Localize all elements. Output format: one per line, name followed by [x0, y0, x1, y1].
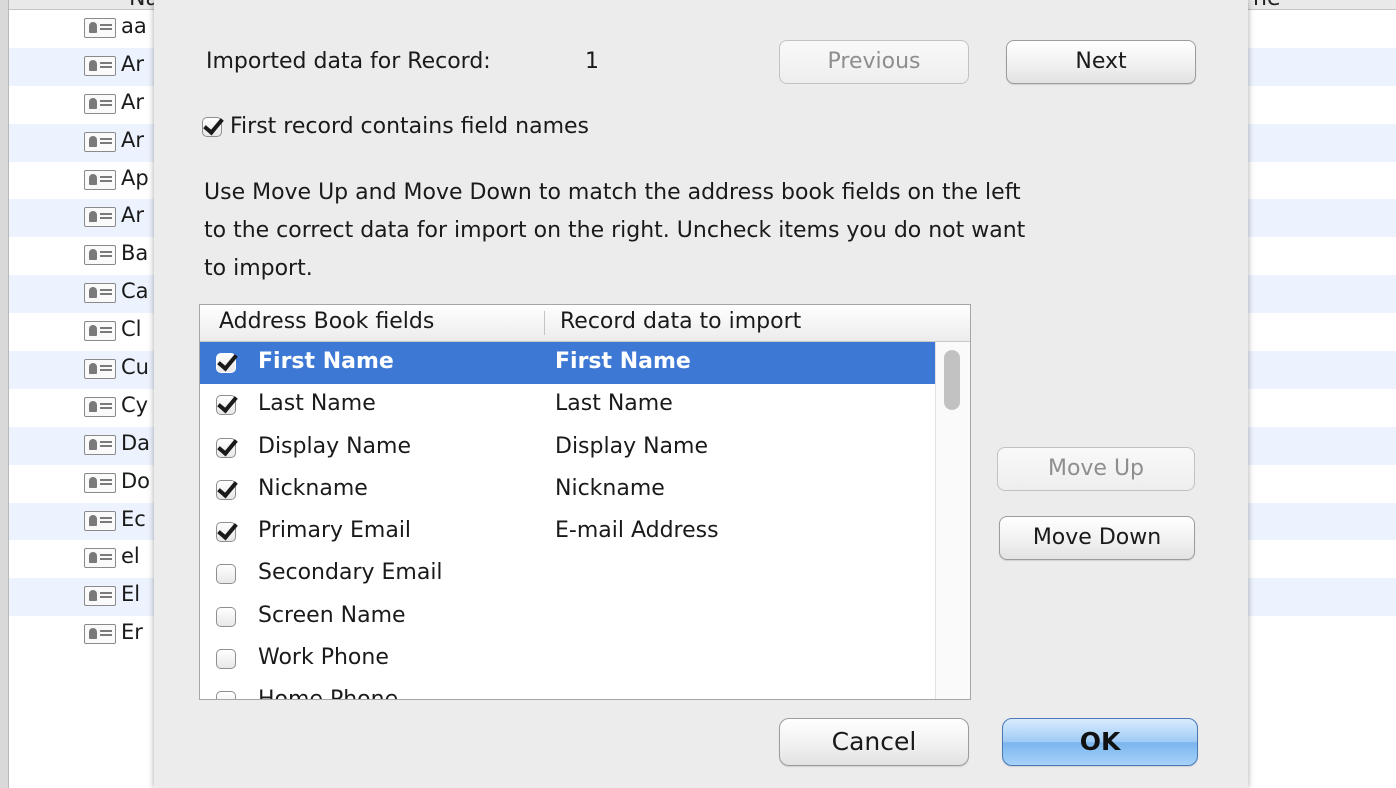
column-header-right[interactable]: ne	[1253, 0, 1280, 9]
previous-button[interactable]: Previous	[779, 40, 969, 84]
first-record-checkbox-label[interactable]: First record contains field names	[230, 114, 589, 139]
field-row[interactable]: Last Name Last Name	[200, 384, 935, 426]
record-data-column-header[interactable]: Record data to import	[560, 309, 801, 334]
field-include-checkbox[interactable]	[216, 606, 236, 627]
field-row[interactable]: Primary Email E-mail Address	[200, 511, 935, 553]
record-data-value: Last Name	[555, 391, 673, 417]
field-include-checkbox[interactable]	[216, 353, 236, 373]
record-data-value: First Name	[555, 349, 691, 374]
field-row[interactable]: First Name First Name	[200, 342, 935, 385]
instructions-line-2: to the correct data for import on the ri…	[204, 218, 1026, 243]
address-book-field-name: Home Phone	[258, 687, 399, 700]
field-include-checkbox[interactable]	[216, 649, 236, 670]
scrollbar-thumb[interactable]	[944, 350, 960, 410]
field-include-checkbox[interactable]	[216, 522, 236, 543]
contact-card-icon	[84, 434, 116, 455]
contact-card-icon	[84, 586, 116, 607]
contact-card-icon	[84, 359, 116, 380]
field-mapping-table: Address Book fields Record data to impor…	[199, 304, 971, 700]
field-include-checkbox[interactable]	[216, 437, 236, 458]
next-button[interactable]: Next	[1006, 40, 1196, 84]
ok-button[interactable]: OK	[1002, 718, 1198, 766]
contact-card-icon	[84, 624, 116, 645]
contact-card-icon	[84, 510, 116, 531]
address-book-field-name: Display Name	[258, 433, 411, 459]
field-row[interactable]: Nickname Nickname	[200, 469, 935, 511]
field-row[interactable]: Work Phone	[200, 638, 935, 680]
address-book-field-name: Primary Email	[258, 518, 412, 544]
contact-card-icon	[84, 472, 116, 493]
first-record-field-names-checkbox[interactable]	[202, 117, 222, 137]
window-left-border	[0, 0, 9, 788]
contact-card-icon	[84, 18, 116, 38]
field-rows: First Name First Name Last Name Last Name Di…	[200, 342, 935, 700]
address-book-field-name: Last Name	[258, 391, 376, 417]
field-row[interactable]: Secondary Email	[200, 553, 935, 595]
move-up-button[interactable]: Move Up	[997, 447, 1195, 491]
contact-card-icon	[84, 93, 116, 114]
cancel-button[interactable]: Cancel	[779, 718, 969, 766]
address-book-field-name: Nickname	[258, 475, 368, 501]
table-scrollbar[interactable]	[935, 342, 970, 699]
contact-card-icon	[84, 245, 116, 266]
contact-card-icon	[84, 207, 116, 228]
column-divider	[544, 311, 545, 335]
instructions-line-3: to import.	[204, 256, 313, 281]
instructions-line-1: Use Move Up and Move Down to match the a…	[204, 180, 1021, 205]
field-include-checkbox[interactable]	[216, 479, 236, 500]
address-book-field-name: Work Phone	[258, 645, 389, 671]
record-number: 1	[585, 49, 599, 74]
contact-card-icon	[84, 548, 116, 569]
field-include-checkbox[interactable]	[216, 564, 236, 585]
field-include-checkbox[interactable]	[216, 395, 236, 416]
move-down-button[interactable]: Move Down	[999, 516, 1195, 560]
contact-card-icon	[84, 321, 116, 342]
record-data-value: E-mail Address	[555, 518, 719, 544]
field-row[interactable]: Display Name Display Name	[200, 427, 935, 469]
record-data-value: Display Name	[555, 433, 708, 459]
field-include-checkbox[interactable]	[216, 691, 236, 699]
address-book-field-name: Screen Name	[258, 602, 406, 628]
contact-card-icon	[84, 55, 116, 76]
field-row[interactable]: Home Phone	[200, 680, 935, 700]
record-data-value: Nickname	[555, 475, 665, 501]
address-book-fields-column-header[interactable]: Address Book fields	[219, 309, 434, 334]
address-book-field-name: First Name	[258, 349, 394, 374]
field-row[interactable]: Screen Name	[200, 596, 935, 638]
record-label: Imported data for Record:	[206, 49, 491, 74]
table-header: Address Book fields Record data to impor…	[200, 305, 970, 342]
import-field-mapping-dialog: Imported data for Record: 1 Previous Nex…	[154, 0, 1248, 788]
contact-card-icon	[84, 131, 116, 152]
contact-card-icon	[84, 283, 116, 304]
address-book-field-name: Secondary Email	[258, 560, 443, 586]
contact-card-icon	[84, 169, 116, 190]
contact-card-icon	[84, 396, 116, 417]
